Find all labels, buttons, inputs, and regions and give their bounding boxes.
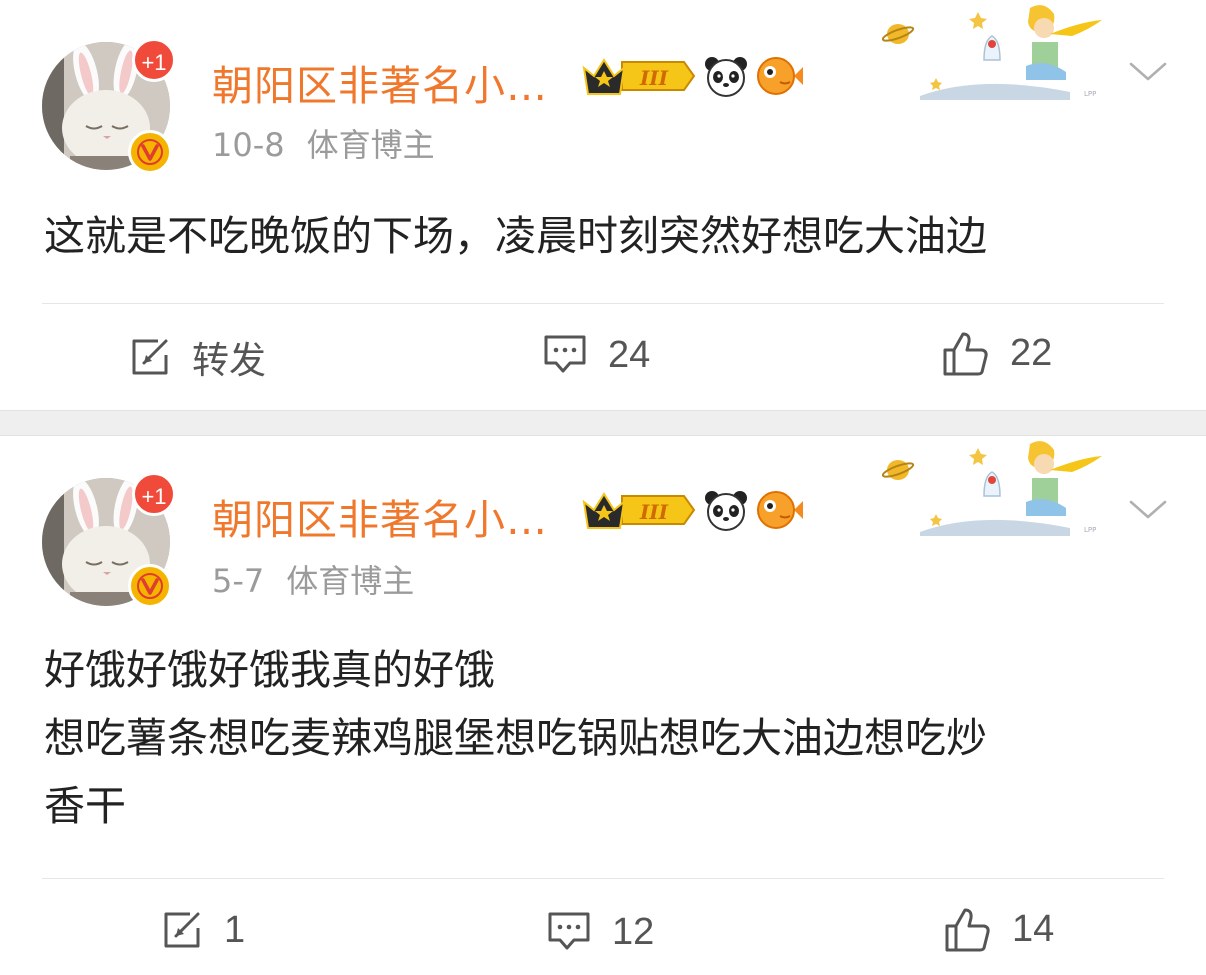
repost-button[interactable]: 转发 (128, 330, 266, 384)
like-icon (945, 908, 990, 952)
repost-count: 1 (224, 908, 246, 951)
svg-text:III: III (639, 500, 669, 524)
post-card[interactable]: +1 朝阳区非著名小… III (0, 436, 1206, 975)
card-decoration: LPP (881, 5, 1102, 100)
divider (42, 303, 1164, 304)
post-date[interactable]: 5-7 (212, 562, 264, 600)
post-meta: 5-7 体育博主 (212, 556, 414, 602)
comment-icon (544, 335, 586, 373)
chevron-down-icon[interactable] (1128, 494, 1168, 524)
user-badges: III (580, 54, 804, 98)
fish-icon (757, 57, 803, 95)
post-card[interactable]: +1 朝阳区非著名小… III (0, 0, 1206, 410)
username[interactable]: 朝阳区非著名小… (212, 486, 548, 546)
like-button[interactable]: 22 (942, 330, 1052, 376)
user-badges: III (580, 488, 804, 532)
user-tag: 体育博主 (306, 126, 435, 164)
feed-separator (0, 410, 1206, 436)
comment-button[interactable]: 24 (542, 333, 650, 377)
like-count: 22 (1010, 331, 1053, 374)
new-post-badge: +1 (132, 472, 176, 516)
content-line: 这就是不吃晚饭的下场，凌晨时刻突然好想吃大油边 (44, 212, 987, 260)
comment-icon (548, 912, 590, 950)
fish-icon (757, 491, 803, 529)
svg-text:LPP: LPP (1084, 90, 1096, 98)
svg-text:LPP: LPP (1084, 526, 1096, 534)
like-icon (943, 332, 988, 376)
panda-icon (705, 57, 747, 97)
verified-icon (128, 130, 172, 174)
card-decoration: LPP (881, 441, 1102, 536)
crown-badge-icon: III (582, 58, 696, 95)
repost-icon (164, 912, 200, 948)
divider (42, 878, 1164, 879)
content-line: 香干 (44, 782, 126, 830)
chevron-down-icon[interactable] (1128, 56, 1168, 86)
comment-count: 12 (612, 910, 655, 953)
comment-count: 24 (608, 333, 651, 376)
content-line: 好饿好饿好饿我真的好饿 (44, 646, 495, 694)
post-content[interactable]: 好饿好饿好饿我真的好饿 想吃薯条想吃麦辣鸡腿堡想吃锅贴想吃大油边想吃炒 香干 (44, 636, 987, 840)
panda-icon (705, 491, 747, 531)
like-count: 14 (1012, 907, 1055, 950)
weibo-feed: +1 朝阳区非著名小… III 10-8 体育博主 LPP 这就是不吃晚饭的下场… (0, 0, 1206, 975)
user-tag: 体育博主 (286, 562, 415, 600)
post-content[interactable]: 这就是不吃晚饭的下场，凌晨时刻突然好想吃大油边 (44, 202, 987, 270)
comment-button[interactable]: 12 (546, 910, 654, 954)
post-meta: 10-8 体育博主 (212, 120, 435, 166)
svg-text:III: III (639, 66, 669, 90)
post-date[interactable]: 10-8 (212, 126, 285, 164)
verified-icon (128, 564, 172, 608)
crown-badge-icon: III (582, 492, 696, 529)
content-line: 想吃薯条想吃麦辣鸡腿堡想吃锅贴想吃大油边想吃炒 (44, 714, 987, 762)
new-post-badge: +1 (132, 38, 176, 82)
repost-icon (132, 339, 168, 375)
like-button[interactable]: 14 (944, 906, 1054, 952)
repost-button[interactable]: 1 (160, 908, 245, 952)
repost-label: 转发 (192, 339, 266, 382)
username[interactable]: 朝阳区非著名小… (212, 52, 548, 112)
